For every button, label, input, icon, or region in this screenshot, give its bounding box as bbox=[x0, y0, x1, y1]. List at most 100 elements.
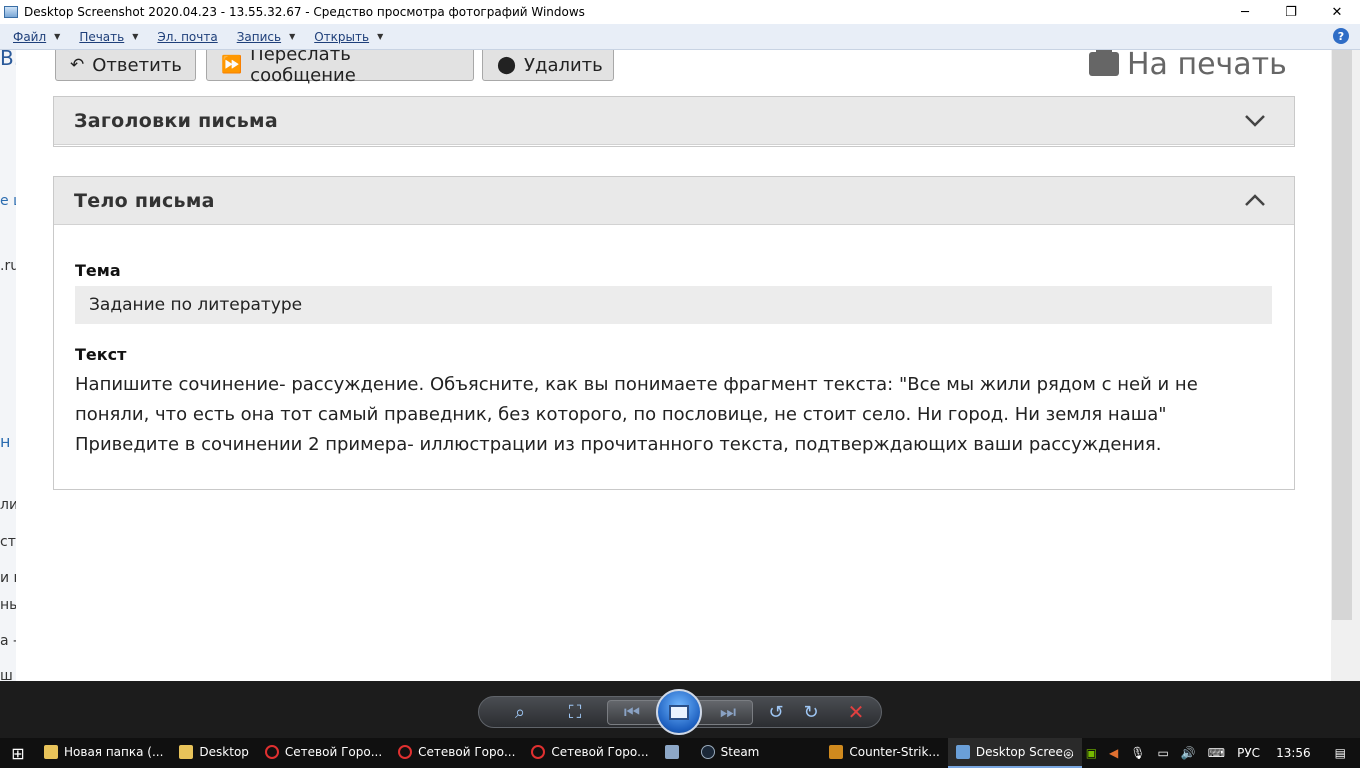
menu-email[interactable]: Эл. почта bbox=[157, 30, 217, 44]
folder-icon bbox=[179, 745, 194, 759]
windows-start-icon[interactable]: ⊞ bbox=[0, 738, 36, 768]
clock[interactable]: 13:56 bbox=[1276, 746, 1311, 760]
chevron-down-icon: ▼ bbox=[289, 32, 296, 41]
chevron-down-icon[interactable] bbox=[1244, 111, 1266, 129]
slideshow-button[interactable] bbox=[656, 689, 702, 735]
message-line: Напишите сочинение- рассуждение. Объясни… bbox=[75, 374, 1198, 395]
delete-label: Удалить bbox=[524, 54, 603, 76]
notifications-icon[interactable]: ▤ bbox=[1335, 746, 1346, 760]
headers-panel: Заголовки письма bbox=[53, 96, 1295, 147]
forward-label: Переслать сообщение bbox=[250, 50, 356, 86]
volume-icon[interactable]: 🔊 bbox=[1181, 746, 1196, 760]
delete-icon: ⬤ bbox=[497, 55, 517, 75]
menu-bar: Файл ▼ Печать ▼ Эл. почта Запись ▼ Открыть ▼… bbox=[0, 24, 1360, 50]
taskbar-label: Desktop bbox=[199, 745, 249, 759]
network-icon[interactable]: ▭ bbox=[1158, 746, 1169, 760]
right-page-fragment bbox=[1331, 50, 1360, 681]
app-icon bbox=[664, 745, 679, 759]
taskbar-item[interactable]: Counter-Strik... bbox=[821, 738, 948, 768]
message-text: Напишите сочинение- рассуждение. Объясни… bbox=[75, 370, 1265, 460]
chevron-down-icon: ▼ bbox=[377, 32, 384, 41]
steam-icon bbox=[700, 745, 715, 759]
taskbar-label: Steam bbox=[720, 745, 760, 759]
forward-button[interactable]: ⏩ Переслать сообщение bbox=[206, 50, 474, 86]
folder-icon bbox=[44, 745, 58, 759]
taskbar-item[interactable]: Сетевой Горо... bbox=[390, 738, 523, 768]
opera-icon bbox=[264, 745, 279, 759]
chevron-down-icon: ▼ bbox=[132, 32, 139, 41]
fragment-text: В. bbox=[0, 50, 16, 70]
message-line: Приведите в сочинении 2 примера- иллюстр… bbox=[75, 434, 1162, 455]
left-page-fragment: В. е ц .ru н ли ст и г нь а - ш bbox=[0, 50, 16, 681]
fragment-text: ли bbox=[0, 497, 16, 513]
opera-icon bbox=[531, 745, 546, 759]
taskbar-item[interactable] bbox=[657, 738, 693, 768]
keyboard-icon[interactable]: ⌨ bbox=[1208, 746, 1225, 760]
reply-icon: ↶ bbox=[70, 55, 85, 75]
help-icon[interactable]: ? bbox=[1333, 28, 1349, 44]
taskbar-item[interactable]: Сетевой Горо... bbox=[523, 738, 656, 768]
previous-icon[interactable]: ⏮ bbox=[617, 698, 647, 726]
subject-label: Тема bbox=[75, 261, 121, 280]
message-line: поняли, что есть она тот самый праведник… bbox=[75, 404, 1167, 425]
maximize-button[interactable]: ❐ bbox=[1268, 0, 1314, 24]
taskbar: ⊞ Новая папка (... Desktop Сетевой Горо.… bbox=[0, 738, 1360, 768]
viewer-toolbar: ⌕ ⛶ ⏮ ⏭ ↺ ↻ ✕ bbox=[0, 681, 1360, 738]
taskbar-label: Новая папка (... bbox=[64, 745, 164, 759]
menu-file[interactable]: Файл ▼ bbox=[13, 30, 60, 44]
nvidia-icon[interactable]: ▣ bbox=[1086, 746, 1097, 760]
reply-button[interactable]: ↶ Ответить bbox=[55, 50, 196, 81]
taskbar-item[interactable]: Desktop bbox=[171, 738, 257, 768]
rotate-left-icon[interactable]: ↺ bbox=[761, 698, 791, 726]
fragment-text: е ц bbox=[0, 193, 16, 209]
cs-icon bbox=[829, 745, 844, 759]
subject-field[interactable]: Задание по литературе bbox=[75, 286, 1272, 324]
zoom-icon[interactable]: ⌕ bbox=[505, 698, 535, 726]
body-panel-header[interactable]: Тело письма bbox=[54, 177, 1294, 225]
email-page: ↶ Ответить ⏩ Переслать сообщение ⬤ Удалить … bbox=[16, 50, 1331, 681]
fragment-text: ст bbox=[0, 534, 16, 550]
slideshow-icon bbox=[669, 704, 689, 720]
fragment-text: нь bbox=[0, 597, 16, 613]
menu-burn[interactable]: Запись ▼ bbox=[237, 30, 296, 44]
menu-open[interactable]: Открыть ▼ bbox=[314, 30, 383, 44]
fragment-text: н bbox=[0, 432, 11, 451]
taskbar-item[interactable]: Новая папка (... bbox=[36, 738, 171, 768]
speaker-app-icon[interactable]: ◀ bbox=[1109, 746, 1118, 760]
fast-forward-icon: ⏩ bbox=[221, 55, 243, 75]
headers-panel-header[interactable]: Заголовки письма bbox=[54, 97, 1294, 145]
next-icon[interactable]: ⏭ bbox=[713, 698, 743, 726]
system-tray: ◎ ▣ ◀ 🎙 ▭ 🔊 ⌨ РУС 13:56 ▤ bbox=[1057, 738, 1360, 768]
page-scrollbar[interactable] bbox=[1332, 50, 1352, 620]
steam-tray-icon[interactable]: ◎ bbox=[1063, 746, 1073, 760]
close-button[interactable]: ✕ bbox=[1314, 0, 1360, 24]
window-controls: ─ ❐ ✕ bbox=[1222, 0, 1360, 24]
chevron-up-icon[interactable] bbox=[1244, 191, 1266, 209]
reply-label: Ответить bbox=[92, 54, 182, 76]
taskbar-item[interactable]: Сетевой Горо... bbox=[257, 738, 390, 768]
fragment-text: а - bbox=[0, 633, 16, 649]
headers-panel-title: Заголовки письма bbox=[74, 109, 278, 132]
text-label: Текст bbox=[75, 345, 127, 364]
delete-image-icon[interactable]: ✕ bbox=[841, 698, 871, 726]
taskbar-label: Сетевой Горо... bbox=[284, 745, 383, 759]
rotate-right-icon[interactable]: ↻ bbox=[796, 698, 826, 726]
body-panel-title: Тело письма bbox=[74, 189, 215, 212]
microphone-icon[interactable]: 🎙 bbox=[1130, 746, 1145, 760]
photo-viewer-icon bbox=[955, 745, 970, 759]
language-indicator[interactable]: РУС bbox=[1237, 746, 1260, 760]
printer-icon bbox=[1089, 50, 1119, 76]
chevron-down-icon: ▼ bbox=[54, 32, 61, 41]
print-button[interactable]: На печать bbox=[1089, 50, 1287, 82]
delete-button[interactable]: ⬤ Удалить bbox=[482, 50, 614, 81]
body-panel: Тело письма Тема Задание по литературе Т… bbox=[53, 176, 1295, 490]
minimize-button[interactable]: ─ bbox=[1222, 0, 1268, 24]
image-view: В. е ц .ru н ли ст и г нь а - ш ↶ Ответит… bbox=[0, 50, 1360, 681]
taskbar-item[interactable]: Steam bbox=[693, 738, 768, 768]
fragment-text: и г bbox=[0, 570, 16, 586]
menu-print[interactable]: Печать ▼ bbox=[79, 30, 138, 44]
print-label: На печать bbox=[1127, 50, 1287, 82]
fit-to-window-icon[interactable]: ⛶ bbox=[560, 698, 590, 726]
opera-icon bbox=[398, 745, 413, 759]
photo-viewer-icon bbox=[4, 6, 18, 18]
